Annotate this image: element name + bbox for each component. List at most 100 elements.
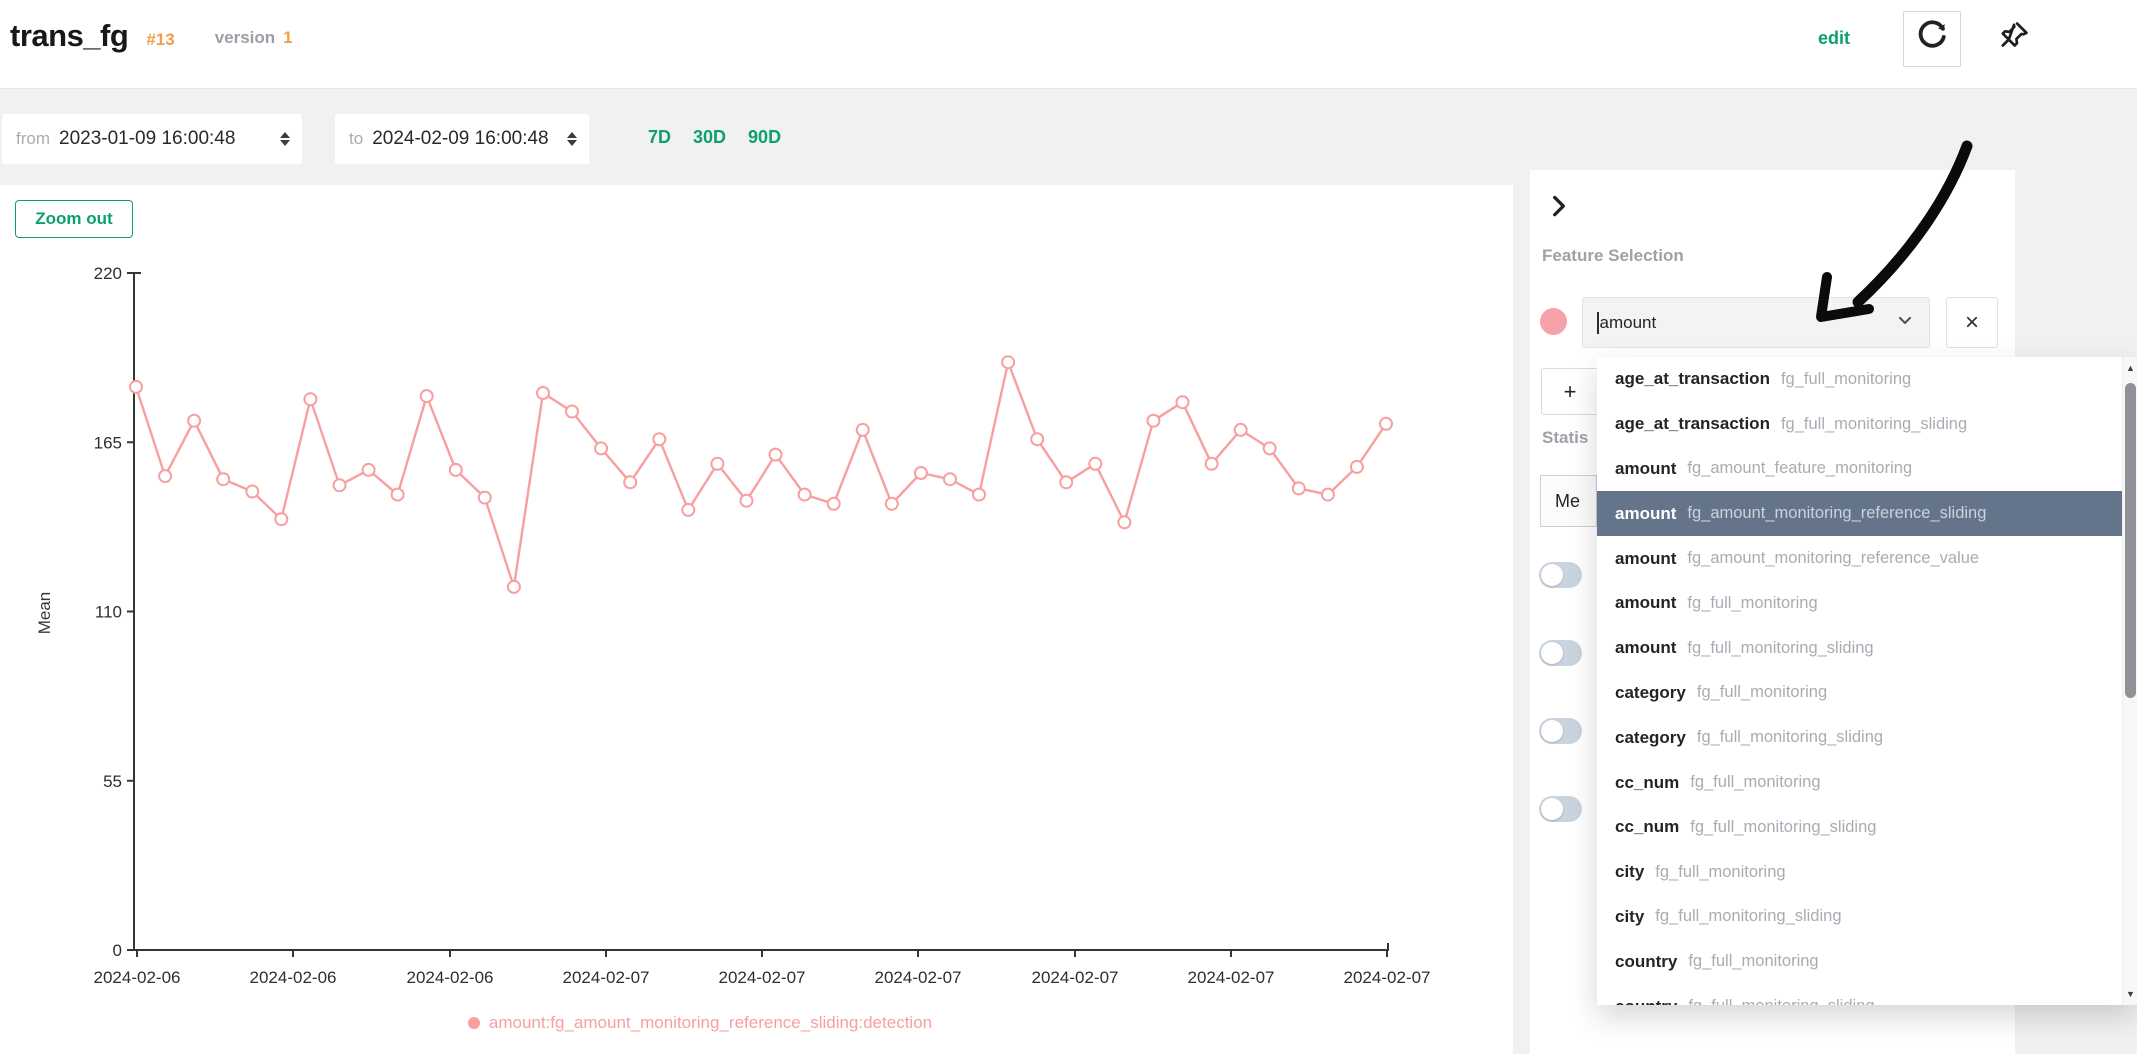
data-point-marker [1002,356,1014,368]
dropdown-item[interactable]: country fg_full_monitoring_sliding [1597,984,2122,1005]
dropdown-item[interactable]: countryfg_full_monitoring [1597,939,2122,984]
dropdown-item-feature-group: fg_full_monitoring_sliding [1687,639,1873,658]
toggle-knob [1541,642,1563,664]
dropdown-item-feature-group: fg_amount_feature_monitoring [1687,459,1912,478]
add-feature-button[interactable]: + [1541,368,1599,415]
statistic-toggle-4[interactable] [1539,796,1582,822]
dropdown-item-feature-group: fg_full_monitoring [1655,863,1785,882]
feature-select-value[interactable]: amount [1600,313,1896,333]
refresh-button[interactable] [1903,11,1961,67]
x-tick-label: 2024-02-07 [1188,968,1275,987]
dropdown-item-feature-group: fg_full_monitoring_sliding [1690,818,1876,837]
edit-link[interactable]: edit [1818,28,1850,49]
feature-dropdown-list: age_at_transactionfg_full_monitoringage_… [1597,357,2137,1005]
dropdown-item-feature-group: fg_full_monitoring_sliding [1688,997,1874,1005]
to-date-input[interactable]: to 2024-02-09 16:00:48 [335,114,589,164]
scrollbar-thumb[interactable] [2125,383,2136,698]
data-point-marker [1060,476,1072,488]
toggle-knob [1541,564,1563,586]
dropdown-item[interactable]: amount fg_full_monitoring [1597,581,2122,626]
from-date-input[interactable]: from 2023-01-09 16:00:48 [2,114,302,164]
quick-range-30d[interactable]: 30D [693,127,726,148]
y-tick-label: 165 [94,433,122,452]
to-date-stepper-icon[interactable] [567,132,577,146]
data-point-marker [421,390,433,402]
data-point-marker [973,489,985,501]
zoom-out-button[interactable]: Zoom out [15,200,133,238]
dropdown-scrollbar[interactable]: ▲ ▼ [2122,357,2137,1005]
data-point-marker [304,393,316,405]
data-point-marker [159,470,171,482]
dropdown-item[interactable]: cc_numfg_full_monitoring [1597,760,2122,805]
to-date-value[interactable]: 2024-02-09 16:00:48 [372,128,558,150]
data-point-marker [1147,415,1159,427]
x-tick-label: 2024-02-06 [407,968,494,987]
dropdown-item-feature: country [1615,997,1677,1005]
dropdown-item-feature-group: fg_full_monitoring [1688,952,1818,971]
dropdown-item-feature: amount [1615,549,1676,569]
feature-select-input[interactable]: amount [1582,297,1930,348]
dropdown-item[interactable]: age_at_transactionfg_full_monitoring [1597,357,2122,402]
feature-group-id-badge: #13 [146,30,174,54]
scroll-up-icon[interactable]: ▲ [2123,363,2137,373]
refresh-icon [1915,20,1949,59]
dropdown-item[interactable]: cityfg_full_monitoring [1597,850,2122,895]
dropdown-item[interactable]: cc_num fg_full_monitoring_sliding [1597,805,2122,850]
statistics-section-label: Statis [1542,428,1588,448]
dropdown-item-feature-group: fg_full_monitoring [1687,594,1817,613]
dropdown-item[interactable]: age_at_transactionfg_full_monitoring_sli… [1597,402,2122,447]
dropdown-item-feature: cc_num [1615,817,1679,837]
dropdown-item[interactable]: cityfg_full_monitoring_sliding [1597,895,2122,940]
version-value[interactable]: 1 [283,28,292,48]
chevron-down-icon[interactable] [1895,310,1915,335]
dropdown-item[interactable]: categoryfg_full_monitoring [1597,671,2122,716]
data-point-marker [1118,516,1130,528]
statistic-toggle-3[interactable] [1539,718,1582,744]
data-point-marker [566,406,578,418]
statistic-toggle-1[interactable] [1539,562,1582,588]
dropdown-item-feature-group: fg_full_monitoring [1697,683,1827,702]
data-point-marker [653,433,665,445]
dropdown-item-feature: amount [1615,593,1676,613]
data-point-marker [1322,489,1334,501]
dropdown-item[interactable]: categoryfg_full_monitoring_sliding [1597,715,2122,760]
data-point-marker [886,498,898,510]
data-point-marker [799,489,811,501]
legend-series-label: amount:fg_amount_monitoring_reference_sl… [489,1013,932,1033]
pin-button[interactable] [1994,18,2034,58]
data-point-marker [1177,396,1189,408]
series-line [136,362,1386,587]
dropdown-item-feature-group: fg_full_monitoring [1781,370,1911,389]
data-point-marker [508,581,520,593]
toggle-knob [1541,720,1563,742]
data-point-marker [1235,424,1247,436]
dropdown-item[interactable]: amountfg_full_monitoring_sliding [1597,626,2122,671]
from-label: from [16,129,50,149]
y-axis-label: Mean [35,592,54,635]
quick-range-7d[interactable]: 7D [648,127,671,148]
statistic-toggle-2[interactable] [1539,640,1582,666]
clear-feature-button[interactable]: × [1946,297,1998,348]
pushpin-icon [1997,19,2031,58]
series-color-dot [1540,308,1567,335]
from-date-stepper-icon[interactable] [280,132,290,146]
page-title: trans_fg [10,18,128,54]
dropdown-item-feature-group: fg_full_monitoring_sliding [1781,415,1967,434]
dropdown-item[interactable]: amountfg_amount_feature_monitoring [1597,447,2122,492]
x-tick-label: 2024-02-06 [94,968,181,987]
data-point-marker [624,476,636,488]
dropdown-item[interactable]: amountfg_amount_monitoring_reference_sli… [1597,491,2137,536]
scroll-down-icon[interactable]: ▼ [2123,989,2137,999]
metric-select[interactable]: Me [1540,475,1597,527]
from-date-value[interactable]: 2023-01-09 16:00:48 [59,128,271,150]
quick-range-90d[interactable]: 90D [748,127,781,148]
data-point-marker [334,479,346,491]
data-point-marker [479,492,491,504]
chart-legend: amount:fg_amount_monitoring_reference_sl… [0,1013,1400,1033]
dropdown-item[interactable]: amountfg_amount_monitoring_reference_val… [1597,536,2122,581]
data-point-marker [363,464,375,476]
data-point-marker [130,381,142,393]
x-tick-label: 2024-02-07 [875,968,962,987]
collapse-panel-chevron-right-icon[interactable] [1546,190,1572,225]
data-point-marker [741,495,753,507]
